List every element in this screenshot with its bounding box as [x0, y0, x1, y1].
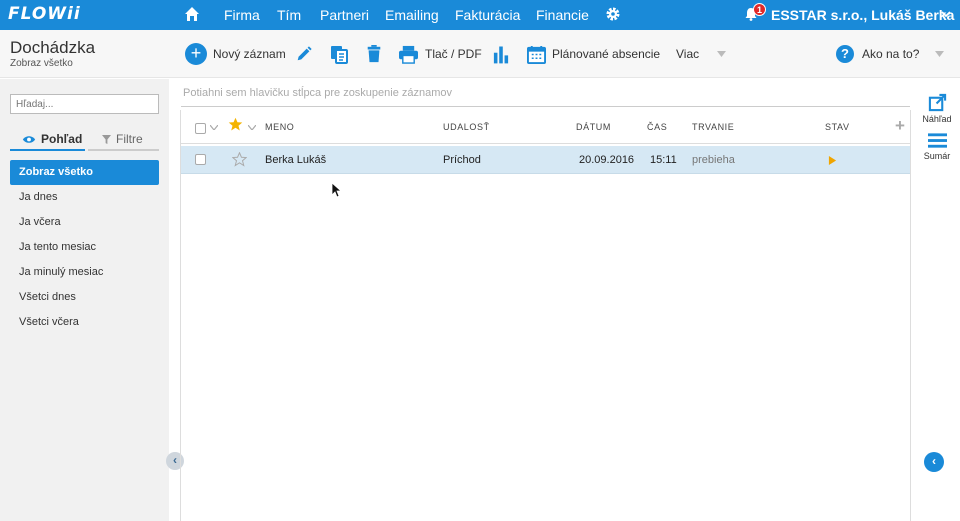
star-filled-icon[interactable]	[228, 117, 243, 132]
column-header-udalost[interactable]: UDALOSŤ	[443, 122, 490, 132]
cell-date: 20.09.2016	[579, 154, 635, 166]
planned-absence-label: Plánované absencie	[552, 47, 661, 61]
preview-button[interactable]: Náhľad	[917, 93, 957, 124]
toolbar: Dochádzka Zobraz všetko + Nový záznam Tl…	[0, 30, 960, 78]
expand-right-panel-button[interactable]: ‹	[924, 452, 944, 472]
gear-icon[interactable]	[605, 6, 621, 22]
tab-view[interactable]: Pohľad	[10, 129, 85, 151]
bar-chart-icon	[493, 46, 509, 63]
print-pdf-label: Tlač / PDF	[425, 47, 482, 61]
summary-label: Sumár	[923, 151, 951, 161]
cell-name[interactable]: Berka Lukáš	[265, 154, 326, 166]
column-header-trvanie[interactable]: TRVANIE	[692, 122, 734, 132]
summary-button[interactable]: Sumár	[917, 133, 957, 161]
sidebar-item-vsetci-vcera[interactable]: Všetci včera	[10, 310, 159, 335]
column-header-stav[interactable]: STAV	[825, 122, 850, 132]
divider	[181, 106, 910, 107]
cell-event: Príchod	[443, 154, 481, 166]
cell-duration: prebieha	[692, 154, 735, 166]
nav-item-firma[interactable]: Firma	[224, 7, 260, 23]
sidebar-item-zobraz-vsetko[interactable]: Zobraz všetko	[10, 160, 159, 185]
sidebar: Pohľad Filtre Zobraz všetko Ja dnes Ja v…	[0, 79, 169, 521]
home-icon[interactable]	[184, 6, 200, 22]
grid-header: MENO UDALOSŤ DÁTUM ČAS TRVANIE STAV +	[181, 110, 910, 144]
plus-circle-icon: +	[185, 43, 207, 65]
tab-filters-label: Filtre	[116, 132, 143, 146]
chevron-down-icon[interactable]	[210, 125, 218, 130]
add-column-icon[interactable]: +	[895, 116, 905, 136]
top-nav: FLOWii Firma Tím Partneri Emailing Faktu…	[0, 0, 960, 30]
filter-icon	[102, 134, 111, 144]
saved-views-list: Zobraz všetko Ja dnes Ja včera Ja tento …	[10, 160, 159, 335]
sidebar-tabs: Pohľad Filtre	[10, 129, 159, 151]
chevron-down-icon[interactable]	[941, 10, 951, 18]
notification-badge[interactable]: 1	[753, 3, 766, 16]
company-user-menu[interactable]: ESSTAR s.r.o., Lukáš Berka	[771, 7, 954, 23]
chevron-down-icon	[935, 51, 945, 57]
nav-item-tim[interactable]: Tím	[277, 7, 301, 23]
nav-item-fakturacia[interactable]: Fakturácia	[455, 7, 520, 23]
preview-label: Náhľad	[922, 114, 952, 124]
external-link-icon	[928, 93, 946, 112]
page-title: Dochádzka	[10, 38, 96, 57]
edit-button[interactable]	[295, 30, 319, 78]
nav-item-financie[interactable]: Financie	[536, 7, 589, 23]
mouse-cursor-icon	[331, 182, 341, 198]
chevron-down-icon[interactable]	[248, 125, 256, 130]
sidebar-item-vsetci-dnes[interactable]: Všetci dnes	[10, 285, 159, 310]
charts-button[interactable]	[493, 30, 515, 78]
calendar-icon	[527, 45, 546, 64]
help-button[interactable]: ? Ako na to?	[836, 30, 945, 78]
select-all-checkbox[interactable]	[195, 123, 206, 134]
sidebar-item-ja-dnes[interactable]: Ja dnes	[10, 185, 159, 210]
tab-view-label: Pohľad	[41, 132, 83, 146]
trash-icon	[367, 45, 381, 63]
column-header-cas[interactable]: ČAS	[647, 122, 667, 132]
table-row[interactable]: Berka Lukáš Príchod 20.09.2016 15:11 pre…	[181, 146, 910, 174]
sidebar-item-ja-vcera[interactable]: Ja včera	[10, 210, 159, 235]
planned-absence-button[interactable]: Plánované absencie	[527, 30, 660, 78]
help-icon: ?	[836, 45, 854, 63]
new-record-button[interactable]: + Nový záznam	[185, 30, 286, 78]
nav-item-partneri[interactable]: Partneri	[320, 7, 369, 23]
page-subtitle: Zobraz všetko	[10, 58, 73, 69]
play-icon	[828, 156, 837, 165]
search-input[interactable]	[10, 94, 159, 114]
nav-item-emailing[interactable]: Emailing	[385, 7, 439, 23]
row-checkbox[interactable]	[195, 154, 206, 165]
new-record-label: Nový záznam	[213, 47, 286, 61]
print-pdf-button[interactable]: Tlač / PDF	[398, 30, 482, 78]
sidebar-item-ja-minuly-mesiac[interactable]: Ja minulý mesiac	[10, 260, 159, 285]
chevron-down-icon	[717, 51, 727, 57]
sidebar-item-ja-tento-mesiac[interactable]: Ja tento mesiac	[10, 235, 159, 260]
copy-button[interactable]	[329, 30, 355, 78]
tab-filters[interactable]: Filtre	[88, 129, 159, 151]
help-label: Ako na to?	[862, 47, 920, 61]
delete-button[interactable]	[365, 30, 389, 78]
printer-icon	[399, 45, 418, 64]
eye-icon	[22, 135, 36, 143]
list-icon	[927, 133, 947, 148]
more-dropdown[interactable]: Viac	[676, 30, 727, 78]
app-logo[interactable]: FLOWii	[8, 4, 81, 24]
star-outline-icon[interactable]	[232, 152, 247, 167]
column-header-meno[interactable]: MENO	[265, 122, 294, 132]
more-label: Viac	[676, 47, 700, 61]
data-grid: MENO UDALOSŤ DÁTUM ČAS TRVANIE STAV + Be…	[180, 110, 911, 521]
column-header-datum[interactable]: DÁTUM	[576, 122, 611, 132]
copy-icon	[331, 46, 348, 64]
pencil-icon	[297, 46, 312, 61]
cell-time: 15:11	[650, 154, 677, 166]
group-by-drop-zone[interactable]: Potiahni sem hlavičku stĺpca pre zoskupe…	[183, 87, 452, 99]
